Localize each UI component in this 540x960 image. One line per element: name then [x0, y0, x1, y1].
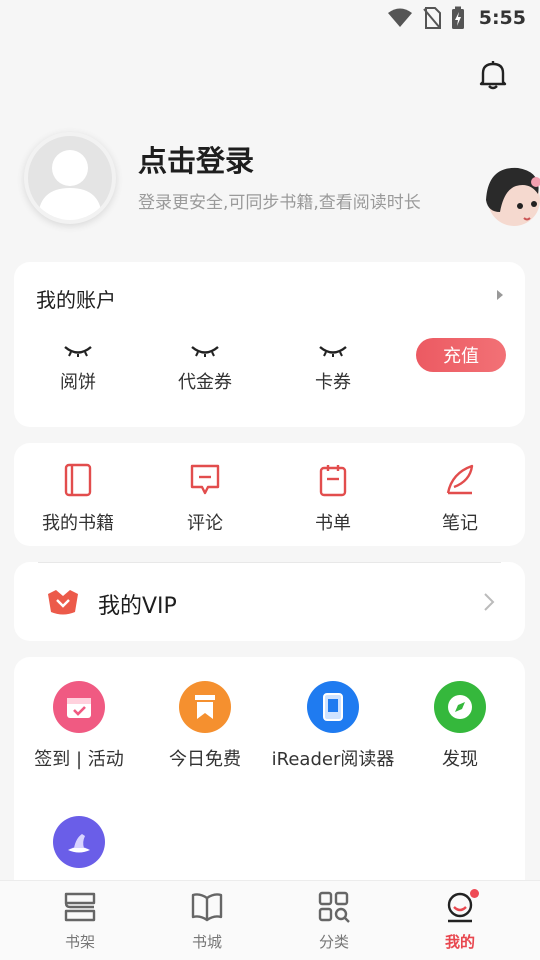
- account-item-coupon[interactable]: 卡券: [283, 344, 383, 394]
- notification-dot: [470, 889, 479, 898]
- quick-item-label: 评论: [187, 513, 223, 534]
- bottom-tab-bar: 书架 书城 分类 我的: [0, 880, 540, 960]
- calendar-icon: [53, 681, 105, 733]
- avatar[interactable]: [24, 132, 116, 224]
- tab-category[interactable]: 分类: [284, 891, 384, 952]
- quick-item-label: 我的书籍: [42, 513, 114, 534]
- tools-card: 签到 | 活动 今日免费 iReader阅读器 发现: [14, 657, 525, 897]
- discover-button[interactable]: 发现: [395, 681, 525, 771]
- compass-icon: [434, 681, 486, 733]
- profile-header[interactable]: 点击登录 登录更安全,可同步书籍,查看阅读时长: [24, 132, 524, 228]
- account-item-label: 卡券: [315, 372, 351, 393]
- tool-item-label: 签到 | 活动: [34, 749, 124, 770]
- account-title[interactable]: 我的账户: [36, 284, 116, 313]
- account-item-label: 代金券: [178, 372, 232, 393]
- tab-profile[interactable]: 我的: [410, 891, 510, 952]
- default-avatar-icon: [38, 150, 102, 220]
- wifi-icon: [387, 8, 412, 27]
- status-bar: 5:55: [0, 0, 540, 36]
- bookmark-icon: [179, 681, 231, 733]
- tool-item-label: 今日免费: [169, 749, 241, 770]
- feather-icon: [446, 464, 474, 495]
- tab-label: 书城: [191, 933, 222, 951]
- quick-access-card: 我的书籍 评论 书单 笔记: [14, 443, 525, 546]
- tab-bookstore[interactable]: 书城: [157, 891, 257, 952]
- status-time: 5:55: [478, 7, 526, 29]
- recharge-button[interactable]: 充值: [416, 338, 506, 372]
- login-title[interactable]: 点击登录: [138, 138, 254, 180]
- my-books-button[interactable]: 我的书籍: [23, 463, 133, 535]
- account-card: 我的账户 阅饼 代金券 卡券 充值: [14, 262, 525, 427]
- daily-free-button[interactable]: 今日免费: [140, 681, 270, 771]
- login-subtitle: 登录更安全,可同步书籍,查看阅读时长: [138, 193, 421, 213]
- mascot-illustration: [486, 167, 540, 226]
- notes-button[interactable]: 笔记: [405, 463, 515, 535]
- hidden-eye-icon: [64, 346, 92, 357]
- book-icon: [64, 463, 92, 497]
- tool-item-label: iReader阅读器: [271, 749, 395, 770]
- book-store-icon: [191, 893, 223, 922]
- comment-icon: [190, 464, 220, 495]
- quick-item-label: 书单: [315, 513, 351, 534]
- tab-label: 书架: [64, 933, 95, 951]
- vip-label: 我的VIP: [98, 594, 177, 619]
- checkin-activity-button[interactable]: 签到 | 活动: [14, 681, 144, 771]
- battery-charging-icon: [451, 6, 464, 29]
- tool-item-label: 发现: [442, 749, 478, 770]
- tab-label: 我的: [444, 933, 475, 951]
- bookshelf-icon: [64, 892, 96, 922]
- comments-button[interactable]: 评论: [150, 463, 260, 535]
- drift-bottle-button[interactable]: [14, 816, 144, 880]
- hidden-eye-icon: [191, 346, 219, 357]
- account-item-voucher[interactable]: 代金券: [155, 344, 255, 394]
- bottle-icon: [53, 816, 105, 868]
- ireader-device-button[interactable]: iReader阅读器: [268, 681, 398, 771]
- account-item-yuebing[interactable]: 阅饼: [28, 344, 128, 394]
- divider: [38, 562, 501, 563]
- no-sim-icon: [422, 7, 441, 29]
- chevron-right-icon: [484, 593, 495, 611]
- caret-right-icon[interactable]: [497, 290, 503, 300]
- vip-card[interactable]: 我的VIP: [14, 562, 525, 641]
- booklist-icon: [319, 465, 347, 497]
- category-icon: [318, 891, 350, 923]
- hidden-eye-icon: [319, 346, 347, 357]
- account-item-label: 阅饼: [60, 372, 96, 393]
- tab-bookshelf[interactable]: 书架: [30, 891, 130, 952]
- booklist-button[interactable]: 书单: [278, 463, 388, 535]
- vip-crown-icon: [48, 590, 78, 615]
- quick-item-label: 笔记: [442, 513, 478, 534]
- tablet-icon: [307, 681, 359, 733]
- bell-icon: [479, 61, 507, 90]
- tab-label: 分类: [318, 933, 349, 951]
- notification-button[interactable]: [474, 56, 512, 94]
